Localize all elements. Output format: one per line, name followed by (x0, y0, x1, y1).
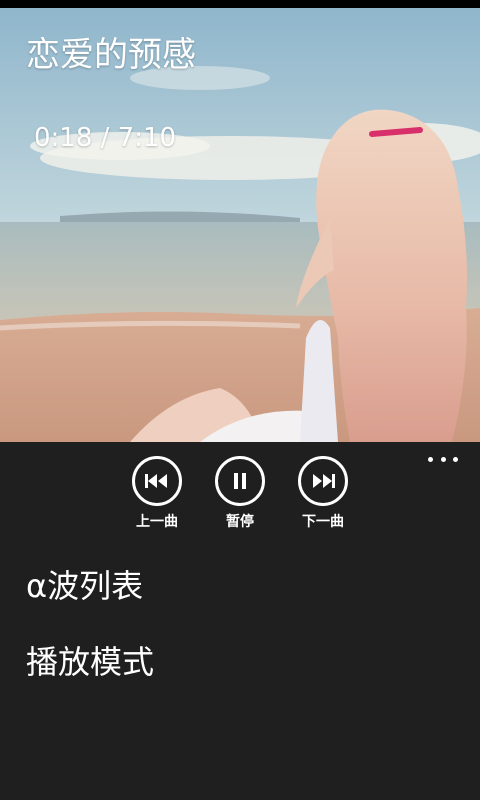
previous-label: 上一曲 (136, 514, 178, 530)
previous-button[interactable]: 上一曲 (127, 456, 187, 530)
pause-button[interactable]: 暂停 (210, 456, 270, 530)
pause-icon (215, 456, 265, 506)
next-label: 下一曲 (302, 514, 344, 530)
next-button[interactable]: 下一曲 (293, 456, 353, 530)
status-bar (0, 0, 480, 8)
album-art: 恋爱的预感 0:18 / 7:10 (0, 8, 480, 442)
menu-item-play-mode[interactable]: 播放模式 (26, 642, 154, 682)
playback-controls: 上一曲 暂停 下一曲 (0, 456, 480, 536)
pause-label: 暂停 (226, 514, 254, 530)
control-panel: 上一曲 暂停 下一曲 α波列表 播放模式 (0, 442, 480, 800)
skip-previous-icon (132, 456, 182, 506)
playback-time: 0:18 / 7:10 (34, 123, 177, 153)
song-title: 恋爱的预感 (26, 35, 196, 75)
skip-next-icon (298, 456, 348, 506)
menu-item-alpha-wave-list[interactable]: α波列表 (26, 566, 143, 606)
